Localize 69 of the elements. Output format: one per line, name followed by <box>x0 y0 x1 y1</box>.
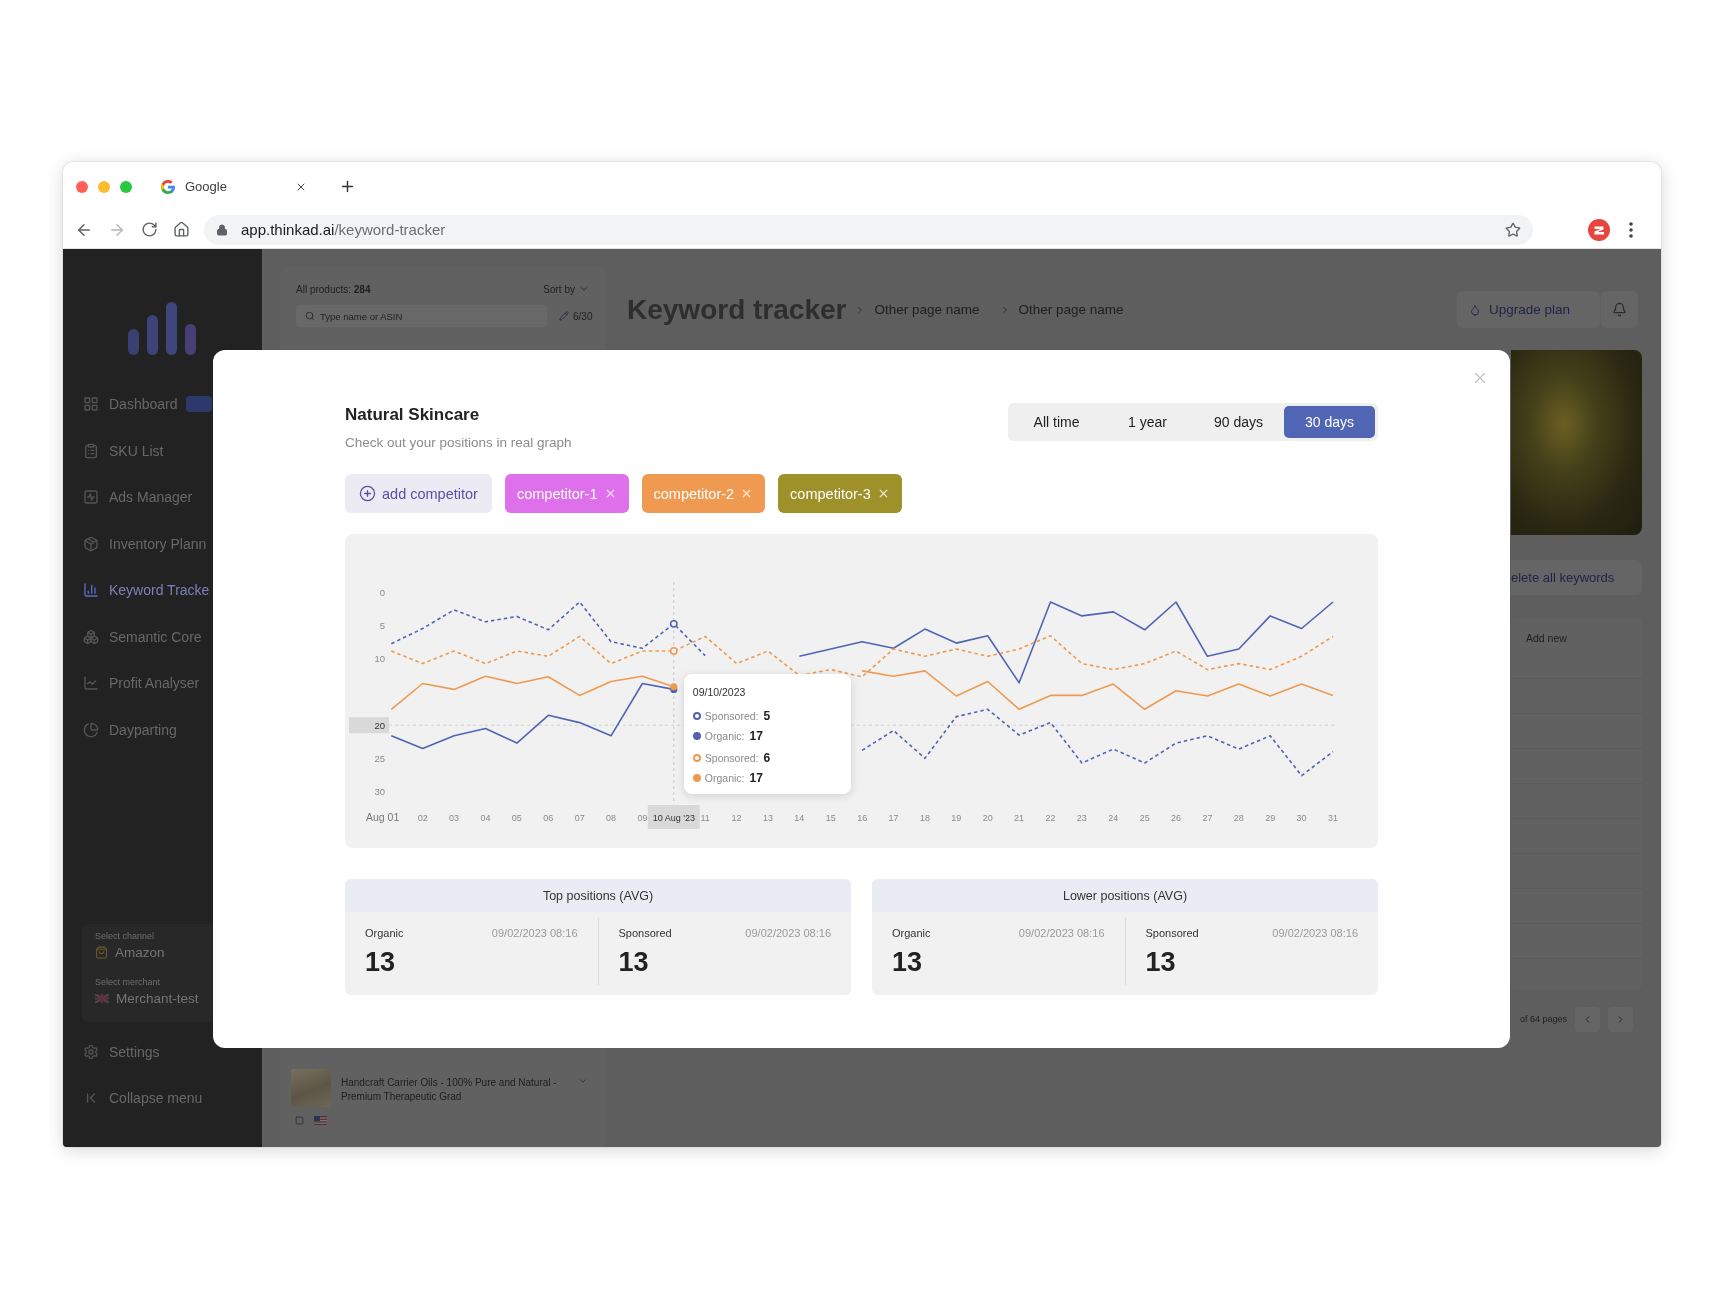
card-title: Top positions (AVG) <box>542 888 654 903</box>
x-axis-label: 02 <box>417 813 428 823</box>
crosshair-x-label: 10 Aug '23 <box>647 805 700 829</box>
x-axis-label: 29 <box>1265 813 1276 823</box>
x-axis-label: 07 <box>574 813 585 823</box>
x-axis-label: 14 <box>794 813 805 823</box>
x-axis-label: 13 <box>762 813 773 823</box>
tooltip-label: Organic: <box>704 772 745 784</box>
x-axis-label: Aug 01 <box>366 811 400 823</box>
y-tick-label: 20 <box>374 719 385 731</box>
modal-title: Natural Skincare <box>345 404 481 426</box>
y-axis-label: 0 <box>379 587 385 599</box>
channel-label: Select channel <box>95 930 155 942</box>
x-axis-label: 16 <box>857 813 868 823</box>
x-axis-label: 06 <box>543 813 554 823</box>
x-axis-label: 09 <box>637 813 648 823</box>
card-title: Lower positions (AVG) <box>1062 888 1188 903</box>
tooltip-date: 09/10/2023 <box>692 685 746 699</box>
modal-subtitle: Check out your positions in real graph <box>345 434 572 452</box>
metric-label: Organic <box>365 927 404 939</box>
x-axis-label: 23 <box>1076 813 1087 823</box>
metric-value: 13 <box>365 947 396 977</box>
metric-label: Organic <box>892 927 931 939</box>
x-axis-label: 03 <box>449 813 460 823</box>
metric-date: 09/02/2023 08:16 <box>1018 927 1105 939</box>
y-axis-label: 5 <box>379 620 385 632</box>
x-axis-label: 26 <box>1171 813 1182 823</box>
metric-label: Sponsored <box>618 927 672 939</box>
product-count: All products: 284 <box>296 283 371 295</box>
metric-value: 13 <box>1145 947 1176 977</box>
x-axis-label: 15 <box>825 813 836 823</box>
selection-count: 6/30 <box>573 310 593 322</box>
y-axis-label: 25 <box>374 752 385 764</box>
x-axis-label: 24 <box>1108 813 1119 823</box>
x-axis-label: 18 <box>919 813 930 823</box>
metric-value: 13 <box>892 947 923 977</box>
tooltip-value: 5 <box>763 709 771 723</box>
y-axis-label: 10 <box>374 653 385 665</box>
x-axis-label: 17 <box>888 813 899 823</box>
x-axis-label: 22 <box>1045 813 1056 823</box>
tooltip-value: 6 <box>763 751 771 765</box>
metric-label: Sponsored <box>1145 927 1199 939</box>
tooltip-value: 17 <box>749 729 763 743</box>
merchant-label: Select merchant <box>95 976 161 988</box>
tooltip-label: Sponsored: <box>704 710 759 722</box>
x-axis-label: 08 <box>606 813 617 823</box>
y-axis-label: 30 <box>374 785 385 797</box>
x-axis-label: 04 <box>480 813 491 823</box>
tooltip-label: Organic: <box>704 730 745 742</box>
metric-date: 09/02/2023 08:16 <box>745 927 831 939</box>
tooltip-label: Sponsored: <box>704 752 759 764</box>
x-axis-label: 12 <box>731 813 742 823</box>
x-axis-label: 21 <box>1014 813 1025 823</box>
metric-date: 09/02/2023 08:16 <box>1272 927 1358 939</box>
crosshair-y-label: 20 <box>349 717 389 734</box>
x-axis-label: 20 <box>982 813 993 823</box>
x-axis-label: 19 <box>951 813 962 823</box>
x-axis-label: 30 <box>1296 813 1307 823</box>
x-axis-label: 27 <box>1202 813 1213 823</box>
x-tick-label: 10 Aug '23 <box>652 812 695 823</box>
x-axis-label: 31 <box>1328 813 1338 823</box>
x-axis-label: 05 <box>511 813 522 823</box>
metric-date: 09/02/2023 08:16 <box>491 927 578 939</box>
x-axis-label: 25 <box>1139 813 1150 823</box>
x-axis-label: 11 <box>700 813 710 823</box>
tooltip-value: 17 <box>749 771 763 785</box>
x-axis-label: 28 <box>1233 813 1244 823</box>
product-title: Handcraft Carrier Oils - 100% Pure and Natural - Premium Therapeutic Grad <box>341 1076 558 1104</box>
metric-value: 13 <box>618 947 649 977</box>
